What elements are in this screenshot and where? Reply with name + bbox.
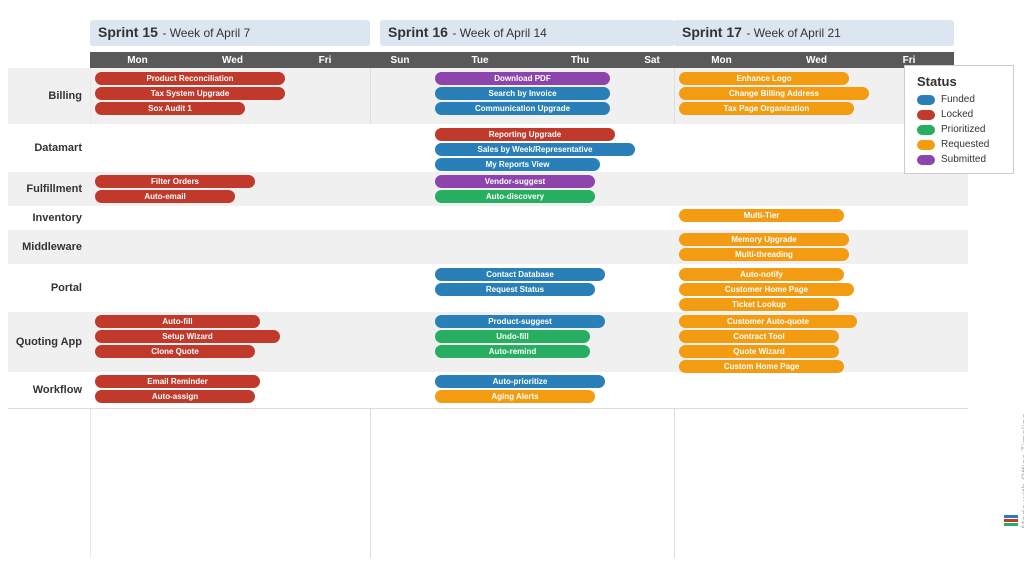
task-auto-assign[interactable]: Auto-assign [95, 390, 255, 403]
task-auto-fill[interactable]: Auto-fill [95, 315, 260, 328]
day-fri-1: Fri [280, 52, 370, 69]
task-search-by-invoice[interactable]: Search by Invoice [435, 87, 610, 100]
sprint-16-number: Sprint 16 [388, 24, 448, 40]
day-wed-1: Wed [185, 52, 280, 69]
legend-item-funded: Funded [917, 94, 1001, 105]
legend-submitted-dot [917, 155, 935, 165]
sprint-16-date: - Week of April 14 [452, 26, 547, 40]
day-mon-1: Mon [90, 52, 185, 69]
sprint-15-header: Sprint 15 - Week of April 7 [90, 20, 370, 46]
task-aging-alerts[interactable]: Aging Alerts [435, 390, 595, 403]
legend-funded-label: Funded [941, 94, 975, 105]
task-download-pdf[interactable]: Download PDF [435, 72, 610, 85]
legend-item-submitted: Submitted [917, 154, 1001, 165]
task-clone-quote[interactable]: Clone Quote [95, 345, 255, 358]
task-sales-by-week[interactable]: Sales by Week/Representative [435, 143, 635, 156]
fulfillment-label: Fulfillment [8, 172, 88, 206]
task-contract-tool[interactable]: Contract Tool [679, 330, 839, 343]
legend-item-prioritized: Prioritized [917, 124, 1001, 135]
task-enhance-logo[interactable]: Enhance Logo [679, 72, 849, 85]
task-setup-wizard[interactable]: Setup Wizard [95, 330, 280, 343]
task-contact-database[interactable]: Contact Database [435, 268, 605, 281]
legend-funded-dot [917, 95, 935, 105]
legend: Status Funded Locked Prioritized Request… [904, 65, 1014, 174]
legend-prioritized-dot [917, 125, 935, 135]
legend-locked-dot [917, 110, 935, 120]
legend-submitted-label: Submitted [941, 154, 986, 165]
task-auto-email[interactable]: Auto-email [95, 190, 235, 203]
task-ticket-lookup[interactable]: Ticket Lookup [679, 298, 839, 311]
bottom-border [8, 408, 968, 409]
day-mon-3: Mon [674, 52, 769, 69]
task-product-suggest[interactable]: Product-suggest [435, 315, 605, 328]
task-vendor-suggest[interactable]: Vendor-suggest [435, 175, 595, 188]
day-thu-2: Thu [530, 52, 630, 69]
task-email-reminder[interactable]: Email Reminder [95, 375, 260, 388]
sprint-16-header: Sprint 16 - Week of April 14 [380, 20, 675, 46]
portal-label: Portal [8, 264, 88, 312]
legend-prioritized-label: Prioritized [941, 124, 985, 135]
task-change-billing-address[interactable]: Change Billing Address [679, 87, 869, 100]
legend-item-requested: Requested [917, 139, 1001, 150]
task-communication-upgrade[interactable]: Communication Upgrade [435, 102, 610, 115]
task-my-reports-view[interactable]: My Reports View [435, 158, 600, 171]
day-tue-2: Tue [430, 52, 530, 69]
workflow-label: Workflow [8, 372, 88, 408]
task-auto-discovery[interactable]: Auto-discovery [435, 190, 595, 203]
task-memory-upgrade[interactable]: Memory Upgrade [679, 233, 849, 246]
task-sox-audit[interactable]: Sox Audit 1 [95, 102, 245, 115]
task-multi-tier[interactable]: Multi-Tier [679, 209, 844, 222]
sprint-17-date: - Week of April 21 [746, 26, 841, 40]
task-quote-wizard[interactable]: Quote Wizard [679, 345, 839, 358]
task-auto-notify[interactable]: Auto-notify [679, 268, 844, 281]
task-reporting-upgrade[interactable]: Reporting Upgrade [435, 128, 615, 141]
task-customer-home-page[interactable]: Customer Home Page [679, 283, 854, 296]
task-custom-home-page[interactable]: Custom Home Page [679, 360, 844, 373]
day-sat-2: Sat [630, 52, 674, 69]
middleware-label: Middleware [8, 230, 88, 264]
legend-locked-label: Locked [941, 109, 973, 120]
sprint-15-number: Sprint 15 [98, 24, 158, 40]
day-wed-3: Wed [769, 52, 864, 69]
task-undo-fill[interactable]: Undo-fill [435, 330, 590, 343]
task-tax-page-organization[interactable]: Tax Page Organization [679, 102, 854, 115]
sprint-15-date: - Week of April 7 [162, 26, 250, 40]
task-request-status[interactable]: Request Status [435, 283, 595, 296]
task-tax-system-upgrade[interactable]: Tax System Upgrade [95, 87, 285, 100]
task-auto-prioritize[interactable]: Auto-prioritize [435, 375, 605, 388]
day-sun-2: Sun [370, 52, 430, 69]
sprint-17-number: Sprint 17 [682, 24, 742, 40]
task-customer-auto-quote[interactable]: Customer Auto-quote [679, 315, 857, 328]
datamart-label: Datamart [8, 124, 88, 172]
legend-item-locked: Locked [917, 109, 1001, 120]
task-product-reconciliation[interactable]: Product Reconciliation [95, 72, 285, 85]
task-auto-remind[interactable]: Auto-remind [435, 345, 590, 358]
legend-requested-dot [917, 140, 935, 150]
sprint-17-header: Sprint 17 - Week of April 21 [674, 20, 954, 46]
legend-requested-label: Requested [941, 139, 989, 150]
main-container: Sprint 15 - Week of April 7 Sprint 16 - … [0, 0, 1024, 576]
task-filter-orders[interactable]: Filter Orders [95, 175, 255, 188]
office-timeline-logo [1004, 515, 1018, 526]
inventory-label: Inventory [8, 206, 88, 230]
task-multi-threading[interactable]: Multi-threading [679, 248, 849, 261]
quoting-label: Quoting App [8, 312, 88, 372]
billing-label: Billing [8, 68, 88, 124]
watermark: Made with Office Timeline [1020, 413, 1024, 528]
legend-title: Status [917, 74, 1001, 89]
